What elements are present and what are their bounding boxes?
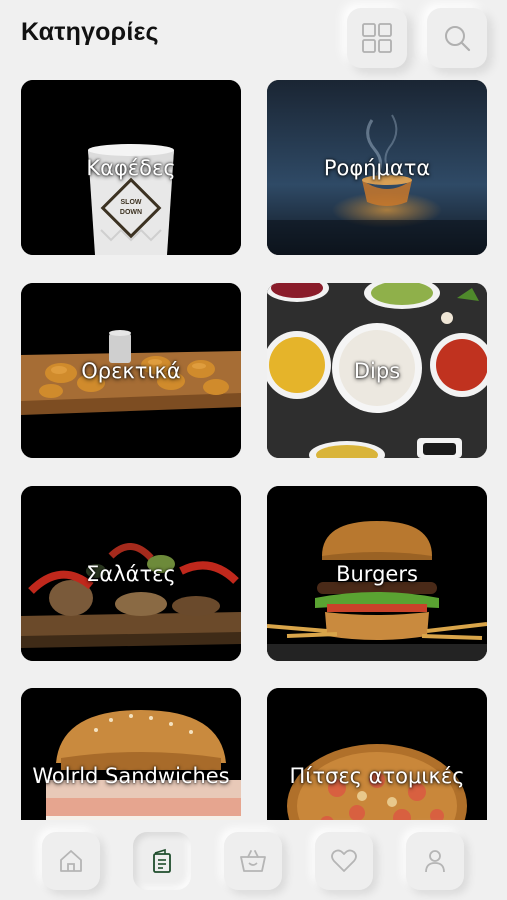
nav-basket-button[interactable] <box>224 832 282 890</box>
nav-menu-button[interactable] <box>133 832 191 890</box>
search-icon <box>445 26 471 52</box>
category-label: Wolrld Sandwiches <box>32 763 230 788</box>
sandwich-image <box>21 688 241 820</box>
category-card-pizza[interactable]: Πίτσες ατομικές <box>267 688 487 820</box>
category-label: Burgers <box>336 561 418 586</box>
heart-icon <box>331 849 357 872</box>
grid-view-button[interactable] <box>347 8 407 68</box>
category-grid: SLOW DOWN Καφέδες Ροφήματα Ορεκτικά Dips… <box>0 0 507 820</box>
nav-favorites-button[interactable] <box>315 832 373 890</box>
pizza-image <box>267 688 487 820</box>
category-card-salads[interactable]: Σαλάτες <box>21 486 241 661</box>
grid-icon <box>362 23 392 53</box>
nav-profile-button[interactable] <box>406 832 464 890</box>
category-label: Ροφήματα <box>323 155 431 180</box>
category-card-drinks[interactable]: Ροφήματα <box>267 80 487 255</box>
user-icon <box>425 850 445 873</box>
category-label: Ορεκτικά <box>81 358 181 383</box>
category-label: Σαλάτες <box>86 561 176 586</box>
cup-text-2: DOWN <box>120 209 142 216</box>
basket-icon <box>240 850 266 872</box>
search-button[interactable] <box>427 8 487 68</box>
category-card-coffee[interactable]: SLOW DOWN Καφέδες <box>21 80 241 255</box>
nav-home-button[interactable] <box>42 832 100 890</box>
category-label: Dips <box>353 358 401 383</box>
category-card-appetizers[interactable]: Ορεκτικά <box>21 283 241 458</box>
home-icon <box>60 850 82 872</box>
category-card-burgers[interactable]: Burgers <box>267 486 487 661</box>
menu-icon <box>153 848 171 873</box>
header: Κατηγορίες <box>0 0 507 72</box>
category-label: Καφέδες <box>86 155 176 180</box>
category-card-sandwiches[interactable]: Wolrld Sandwiches <box>21 688 241 820</box>
cup-text-1: SLOW <box>121 199 142 206</box>
category-label: Πίτσες ατομικές <box>289 763 465 788</box>
category-card-dips[interactable]: Dips <box>267 283 487 458</box>
bottom-navigation <box>0 820 507 900</box>
page-title: Κατηγορίες <box>21 18 159 46</box>
